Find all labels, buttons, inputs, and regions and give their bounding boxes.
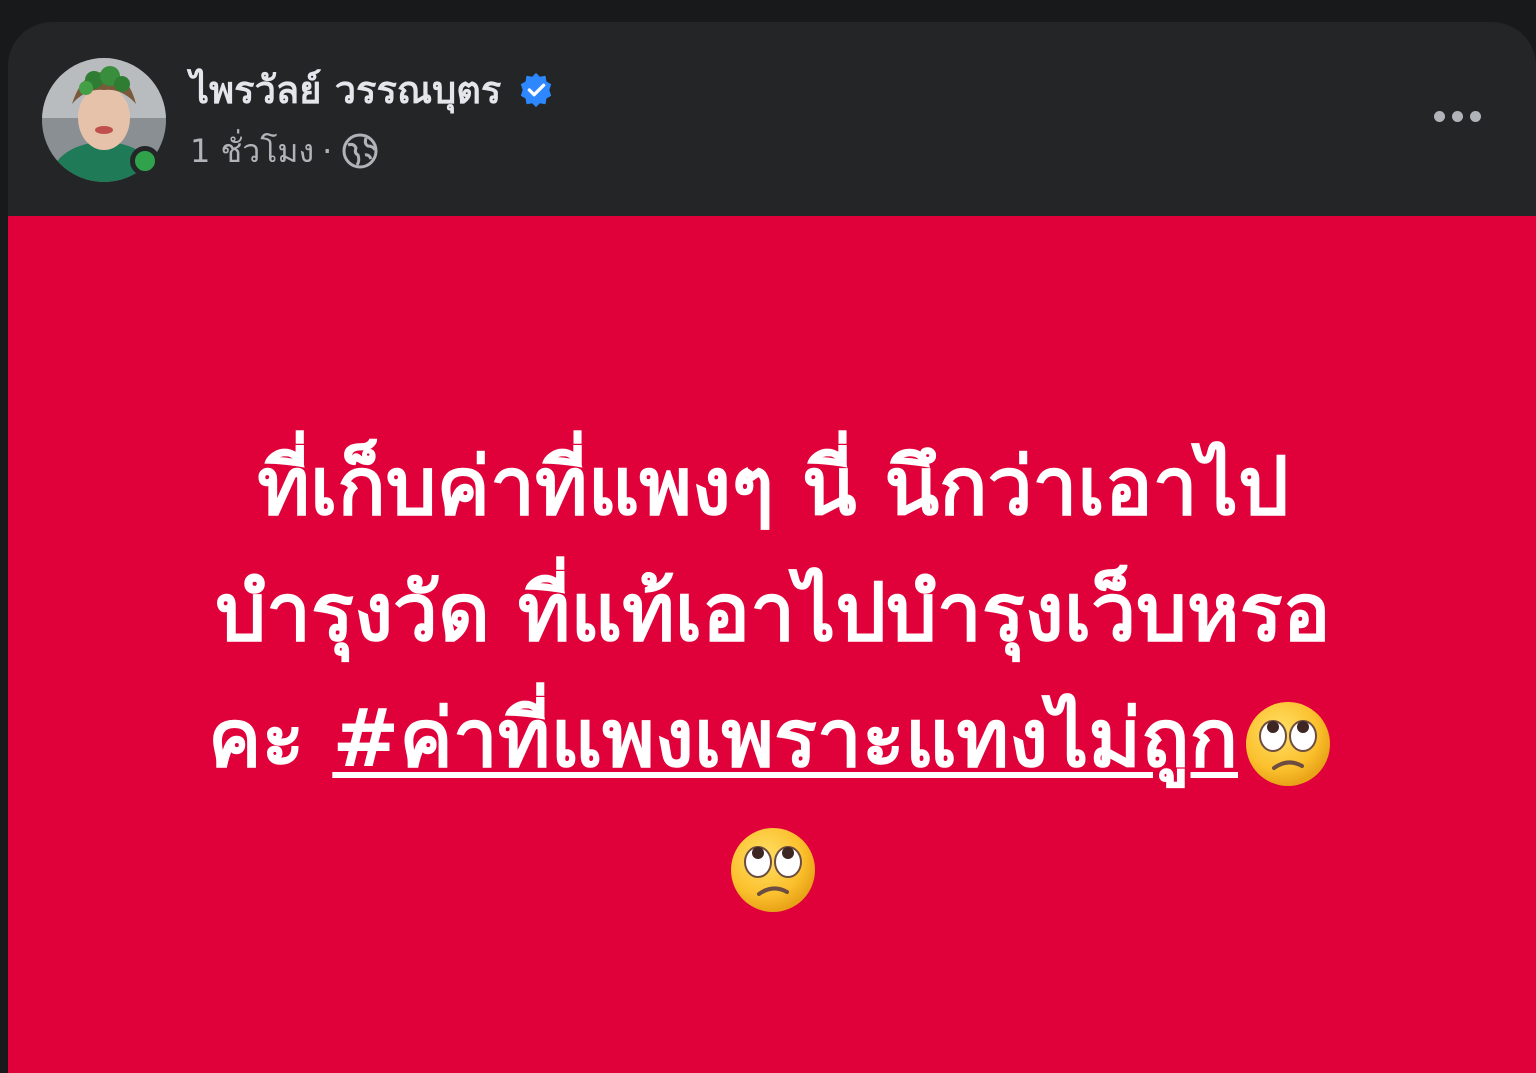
post-card: ไพรวัลย์ วรรณบุตร 1 ชั่วโมง · ที่เก็บค่า… [8,22,1536,1073]
post-text: ที่เก็บค่าที่แพงๆ นี่ นึกว่าเอาไป บำรุงว… [68,424,1478,928]
avatar[interactable] [42,58,166,182]
post-timestamp[interactable]: 1 ชั่วโมง [190,130,314,172]
post-body: ที่เก็บค่าที่แพงๆ นี่ นึกว่าเอาไป บำรุงว… [8,216,1536,1073]
online-status-dot [130,146,160,176]
more-options-dot [1469,110,1481,122]
hashtag-link[interactable]: #ค่าที่แพงเพราะแทงไม่ถูก [332,692,1238,785]
post-text-line-2: บำรุงวัด ที่แท้เอาไปบำรุงเว็บหรอ [215,566,1331,659]
globe-icon[interactable] [340,131,380,171]
author-name[interactable]: ไพรวัลย์ วรรณบุตร [190,66,501,114]
post-text-line-3: คะ #ค่าที่แพงเพราะแทงไม่ถูก [68,676,1478,802]
face-with-rolling-eyes-icon [727,824,819,916]
page: ไพรวัลย์ วรรณบุตร 1 ชั่วโมง · ที่เก็บค่า… [0,0,1536,1073]
meta-separator: · [322,132,333,170]
verified-badge-icon [517,71,555,109]
more-options-dot [1451,110,1463,122]
more-options-button[interactable] [1422,96,1492,136]
post-text-prefix: คะ [207,692,333,785]
post-text-line-1: ที่เก็บค่าที่แพงๆ นี่ นึกว่าเอาไป [257,440,1289,533]
face-with-rolling-eyes-icon [1242,698,1334,790]
post-text-line-4 [68,802,1478,928]
more-options-icon [1433,110,1445,122]
post-header: ไพรวัลย์ วรรณบุตร 1 ชั่วโมง · [8,22,1536,216]
author-row: ไพรวัลย์ วรรณบุตร [190,66,555,114]
post-meta: 1 ชั่วโมง · [190,130,380,172]
